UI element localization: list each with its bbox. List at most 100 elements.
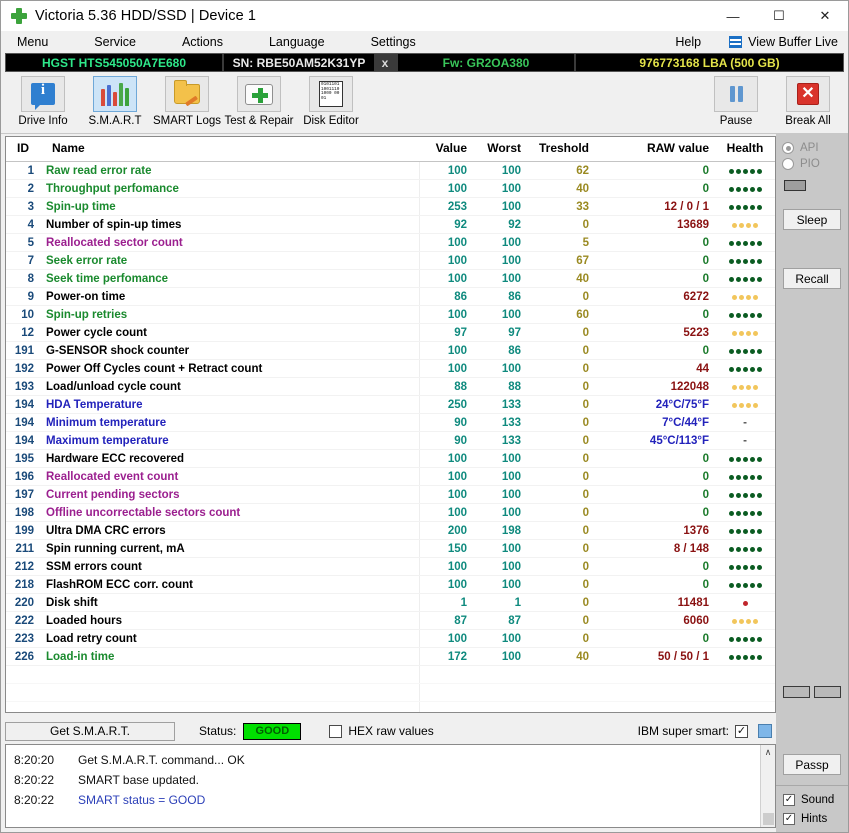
sound-checkbox-box[interactable]: ✓ xyxy=(783,794,795,806)
table-row[interactable]: 194 Maximum temperature 90 133 0 45°C/113°F - xyxy=(6,431,775,450)
table-row[interactable]: 218 FlashROM ECC corr. count 100 100 0 0 xyxy=(6,575,775,594)
table-row[interactable]: 193 Load/unload cycle count 88 88 0 122048 xyxy=(6,377,775,396)
table-row[interactable]: 191 G-SENSOR shock counter 100 86 0 0 xyxy=(6,341,775,360)
health-dot-green xyxy=(728,186,734,192)
toolbar-test-repair-button[interactable]: Test & Repair xyxy=(224,76,294,132)
view-buffer-live-button[interactable]: View Buffer Live xyxy=(729,35,846,49)
toolbar-pause-label: Pause xyxy=(719,115,753,127)
cell-raw: 1376 xyxy=(595,521,715,540)
small-button-left[interactable] xyxy=(783,686,810,698)
cell-threshold: 0 xyxy=(527,485,595,504)
table-row[interactable]: 226 Load-in time 172 100 40 50 / 50 / 1 xyxy=(6,647,775,666)
health-dot-green xyxy=(742,654,748,660)
health-dots xyxy=(732,384,758,390)
cell-name: Offline uncorrectable sectors count xyxy=(40,503,420,522)
close-icon[interactable]: ✕ xyxy=(802,1,848,31)
hints-checkbox-box[interactable]: ✓ xyxy=(783,813,795,825)
cell-id: 3 xyxy=(6,197,40,216)
menu-item-settings[interactable]: Settings xyxy=(361,33,426,51)
health-dot-green xyxy=(742,240,748,246)
column-header-name[interactable]: Name xyxy=(40,137,419,162)
table-row[interactable]: 2 Throughput perfomance 100 100 40 0 xyxy=(6,179,775,198)
smart-table-container[interactable]: ID Name Value Worst Treshold RAW value H… xyxy=(5,136,776,713)
api-radio[interactable]: API xyxy=(782,142,842,154)
toolbar-smart-label: S.M.A.R.T xyxy=(88,115,142,127)
color-swatch-icon[interactable] xyxy=(758,724,772,738)
table-row[interactable]: 9 Power-on time 86 86 0 6272 xyxy=(6,287,775,306)
column-header-threshold[interactable]: Treshold xyxy=(527,137,595,162)
table-row[interactable]: 199 Ultra DMA CRC errors 200 198 0 1376 xyxy=(6,521,775,540)
cell-threshold: 0 xyxy=(527,593,595,612)
health-dot-green xyxy=(728,312,734,318)
table-row[interactable]: 194 Minimum temperature 90 133 0 7°C/44°F - xyxy=(6,413,775,432)
table-row[interactable]: 211 Spin running current, mA 150 100 0 8 / 14… xyxy=(6,539,775,558)
hex-raw-checkbox-box[interactable] xyxy=(329,724,343,738)
table-row[interactable]: 197 Current pending sectors 100 100 0 0 xyxy=(6,485,775,504)
drive-x-button[interactable]: x xyxy=(374,54,396,71)
log-scrollbar[interactable]: ∧ xyxy=(760,745,775,827)
menu-item-help[interactable]: Help xyxy=(665,33,711,51)
toolbar-pause-button[interactable]: Pause xyxy=(702,76,770,132)
menu-item-service[interactable]: Service xyxy=(84,33,146,51)
cell-id: 196 xyxy=(6,467,40,486)
table-row[interactable]: 198 Offline uncorrectable sectors count 10… xyxy=(6,503,775,522)
table-row[interactable]: 8 Seek time perfomance 100 100 40 0 xyxy=(6,269,775,288)
menu-item-language[interactable]: Language xyxy=(259,33,335,51)
table-row[interactable]: 222 Loaded hours 87 87 0 6060 xyxy=(6,611,775,630)
table-row[interactable]: 5 Reallocated sector count 100 100 5 0 xyxy=(6,233,775,252)
sound-checkbox[interactable]: ✓ Sound xyxy=(783,794,848,806)
log-message: SMART base updated. xyxy=(78,773,199,787)
cell-id: 10 xyxy=(6,305,40,324)
table-row[interactable]: 195 Hardware ECC recovered 100 100 0 0 xyxy=(6,449,775,468)
cell-worst: 100 xyxy=(473,179,527,198)
table-row[interactable]: 192 Power Off Cycles count + Retract coun… xyxy=(6,359,775,378)
table-row[interactable]: 12 Power cycle count 97 97 0 5223 xyxy=(6,323,775,342)
health-dot-green xyxy=(735,654,741,660)
cell-threshold: 40 xyxy=(527,269,595,288)
scroll-up-icon[interactable]: ∧ xyxy=(765,747,772,758)
api-radio-circle[interactable] xyxy=(782,142,794,154)
hex-raw-values-checkbox[interactable]: HEX raw values xyxy=(329,724,434,738)
table-row[interactable]: 3 Spin-up time 253 100 33 12 / 0 / 1 xyxy=(6,197,775,216)
menu-item-menu[interactable]: Menu xyxy=(7,33,58,51)
small-button-right[interactable] xyxy=(814,686,841,698)
toolbar-break-all-button[interactable]: ✕ Break All xyxy=(774,76,842,132)
hints-checkbox[interactable]: ✓ Hints xyxy=(783,813,848,825)
maximize-icon[interactable]: ☐ xyxy=(756,1,802,31)
table-row[interactable]: 1 Raw read error rate 100 100 62 0 xyxy=(6,161,775,180)
cell-value: 100 xyxy=(419,629,473,648)
column-header-id[interactable]: ID xyxy=(6,137,40,162)
ibm-super-smart-checkbox[interactable]: IBM super smart: ✓ xyxy=(638,724,748,738)
toolbar-smart-button[interactable]: S.M.A.R.T xyxy=(81,76,149,132)
menu-item-actions[interactable]: Actions xyxy=(172,33,233,51)
sleep-button[interactable]: Sleep xyxy=(783,209,841,230)
column-header-raw[interactable]: RAW value xyxy=(595,137,715,162)
table-row[interactable]: 7 Seek error rate 100 100 67 0 xyxy=(6,251,775,270)
get-smart-button[interactable]: Get S.M.A.R.T. xyxy=(5,721,175,741)
health-dot-green xyxy=(756,276,762,282)
pio-radio[interactable]: PIO xyxy=(782,158,842,170)
table-row[interactable]: 10 Spin-up retries 100 100 60 0 xyxy=(6,305,775,324)
pio-radio-circle[interactable] xyxy=(782,158,794,170)
health-dot-green xyxy=(742,186,748,192)
table-row[interactable]: 4 Number of spin-up times 92 92 0 13689 xyxy=(6,215,775,234)
column-header-worst[interactable]: Worst xyxy=(473,137,527,162)
table-row[interactable]: 223 Load retry count 100 100 0 0 xyxy=(6,629,775,648)
column-header-value[interactable]: Value xyxy=(419,137,473,162)
cell-worst: 100 xyxy=(473,575,527,594)
table-row[interactable]: 220 Disk shift 1 1 0 11481 xyxy=(6,593,775,612)
toolbar-disk-editor-button[interactable]: 010110110011101000 0001 Disk Editor xyxy=(297,76,365,132)
column-header-health[interactable]: Health xyxy=(715,137,775,162)
recall-button[interactable]: Recall xyxy=(783,268,841,289)
table-row[interactable]: 196 Reallocated event count 100 100 0 0 xyxy=(6,467,775,486)
table-row[interactable]: 194 HDA Temperature 250 133 0 24°C/75°F xyxy=(6,395,775,414)
cell-worst: 100 xyxy=(473,305,527,324)
ibm-super-checkbox-box[interactable]: ✓ xyxy=(735,724,748,738)
table-row[interactable]: 212 SSM errors count 100 100 0 0 xyxy=(6,557,775,576)
minimize-icon[interactable]: — xyxy=(710,1,756,31)
scroll-thumb[interactable] xyxy=(762,813,774,825)
toolbar-smart-logs-button[interactable]: SMART Logs xyxy=(153,76,221,132)
toolbar-drive-info-button[interactable]: Drive Info xyxy=(9,76,77,132)
cell-raw: 6272 xyxy=(595,287,715,306)
passport-button[interactable]: Passp xyxy=(783,754,841,775)
